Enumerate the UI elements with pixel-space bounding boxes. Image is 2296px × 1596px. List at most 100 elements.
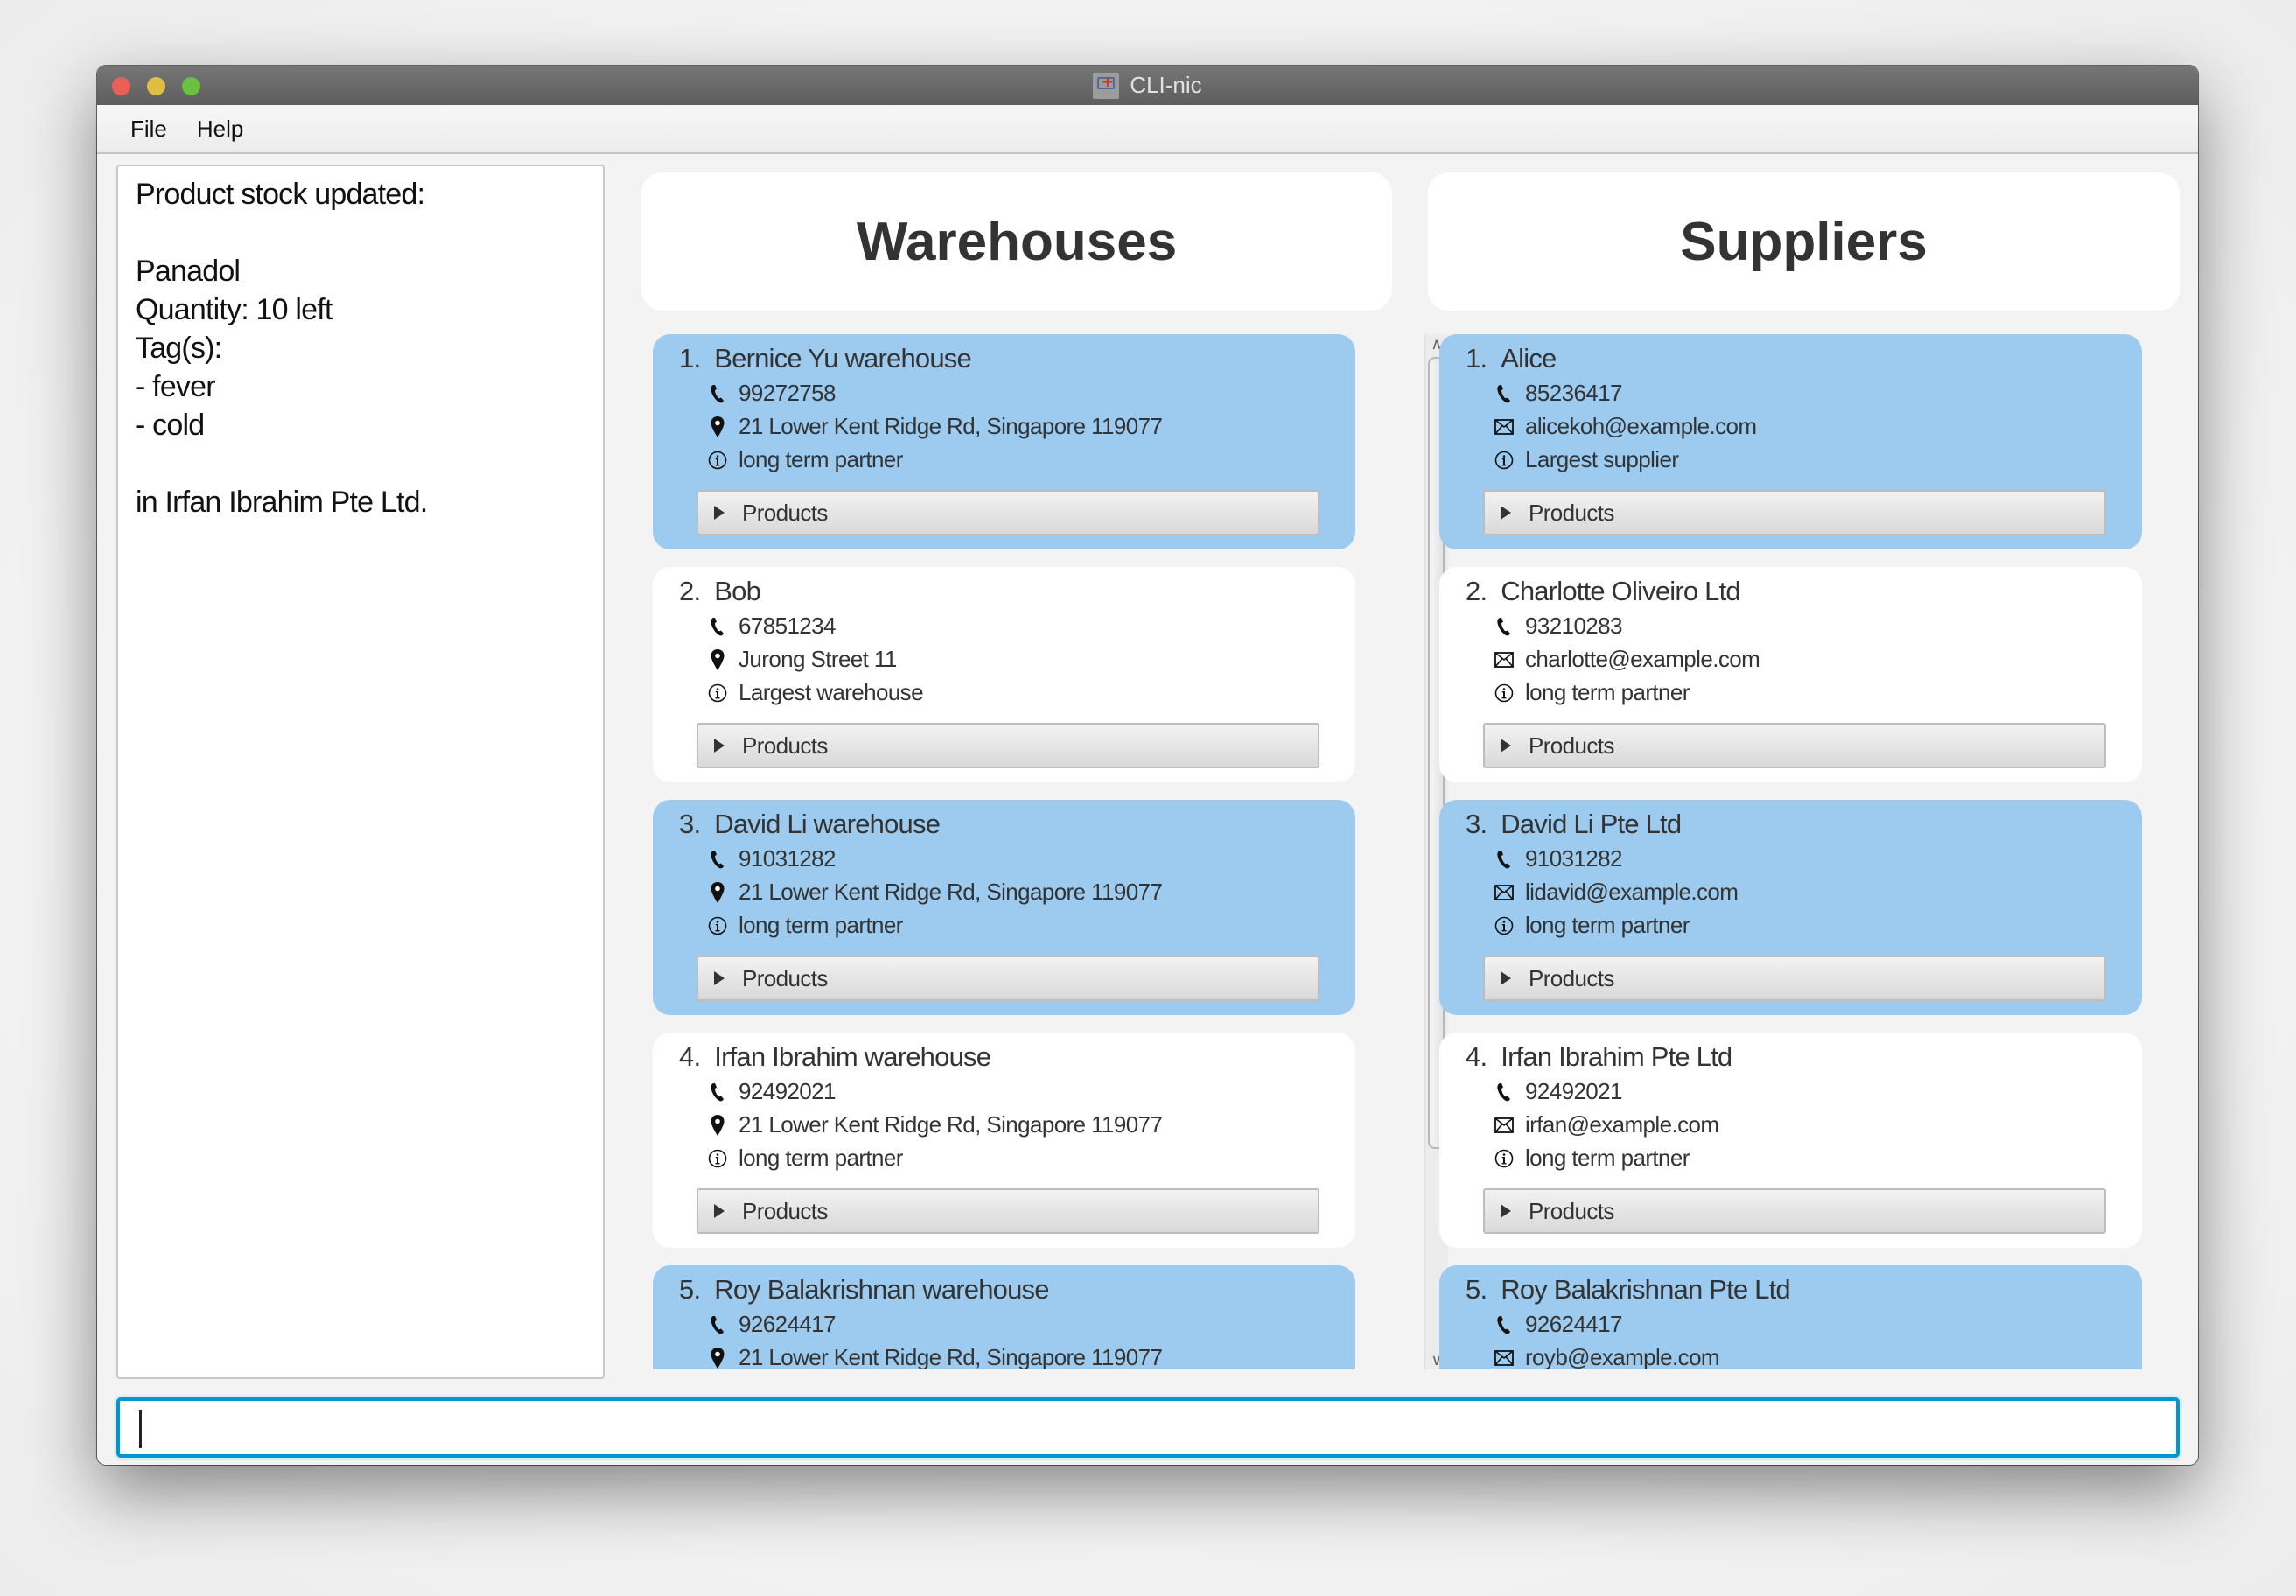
card-name: Bernice Yu warehouse — [714, 343, 971, 374]
card-title: 1. Alice — [1466, 343, 1557, 374]
products-expander[interactable]: Products — [696, 1188, 1320, 1234]
phone-value: 99272758 — [738, 380, 836, 406]
command-input[interactable] — [116, 1397, 2180, 1458]
window-title: CLI-nic — [1130, 72, 1202, 98]
phone-icon — [1494, 848, 1515, 871]
products-expander[interactable]: Products — [1483, 723, 2106, 768]
card-index: 1. — [679, 343, 701, 374]
address-field: 21 Lower Kent Ridge Rd, Singapore 119077 — [707, 878, 1163, 906]
products-label: Products — [1529, 499, 1614, 526]
phone-value: 92492021 — [1525, 1078, 1622, 1104]
warehouse-card[interactable]: 2. Bob 67851234 Jurong Street 11 Largest … — [653, 567, 1355, 782]
menu-file[interactable]: File — [130, 116, 167, 143]
menu-bar: File Help — [97, 105, 2198, 154]
email-icon — [1494, 416, 1515, 438]
card-name: Roy Balakrishnan Pte Ltd — [1501, 1274, 1790, 1305]
card-index: 4. — [679, 1041, 701, 1072]
card-index: 1. — [1466, 343, 1488, 374]
remark-field: long term partner — [1494, 679, 1690, 706]
menu-help[interactable]: Help — [197, 116, 243, 143]
supplier-card[interactable]: 1. Alice 85236417 alicekoh@example.com La… — [1439, 334, 2142, 550]
address-value: 21 Lower Kent Ridge Rd, Singapore 119077 — [738, 1344, 1163, 1369]
suppliers-header: Suppliers — [1428, 172, 2180, 311]
address-value: Jurong Street 11 — [738, 646, 897, 672]
email-field: lidavid@example.com — [1494, 878, 1739, 906]
warehouse-card[interactable]: 5. Roy Balakrishnan warehouse 92624417 21… — [653, 1265, 1355, 1369]
remark-value: long term partner — [1525, 679, 1690, 705]
phone-field: 92492021 — [1494, 1078, 1622, 1105]
phone-value: 91031282 — [738, 845, 836, 872]
remark-field: long term partner — [1494, 1144, 1690, 1172]
remark-field: long term partner — [707, 446, 903, 473]
expand-triangle-icon — [1501, 506, 1511, 520]
address-field: Jurong Street 11 — [707, 646, 897, 673]
warehouse-card[interactable]: 4. Irfan Ibrahim warehouse 92492021 21 Lo… — [653, 1032, 1355, 1248]
location-pin-icon — [707, 881, 728, 904]
address-field: 21 Lower Kent Ridge Rd, Singapore 119077 — [707, 1344, 1163, 1369]
products-label: Products — [742, 964, 828, 991]
card-index: 5. — [1466, 1274, 1488, 1305]
address-value: 21 Lower Kent Ridge Rd, Singapore 119077 — [738, 413, 1163, 439]
products-expander[interactable]: Products — [1483, 956, 2106, 1001]
supplier-card[interactable]: 4. Irfan Ibrahim Pte Ltd 92492021 irfan@e… — [1439, 1032, 2142, 1248]
address-field: 21 Lower Kent Ridge Rd, Singapore 119077 — [707, 413, 1163, 440]
card-title: 1. Bernice Yu warehouse — [679, 343, 972, 374]
card-name: Charlotte Oliveiro Ltd — [1501, 576, 1740, 606]
supplier-card[interactable]: 5. Roy Balakrishnan Pte Ltd 92624417 royb… — [1439, 1265, 2142, 1369]
email-value: charlotte@example.com — [1525, 646, 1760, 672]
expand-triangle-icon — [1501, 738, 1511, 752]
info-icon — [707, 1147, 728, 1170]
phone-icon — [1494, 382, 1515, 405]
remark-value: long term partner — [1525, 912, 1690, 938]
info-icon — [707, 682, 728, 704]
warehouse-card[interactable]: 1. Bernice Yu warehouse 99272758 21 Lower… — [653, 334, 1355, 550]
card-title: 2. Charlotte Oliveiro Ltd — [1466, 576, 1741, 607]
phone-icon — [707, 1313, 728, 1336]
phone-field: 93210283 — [1494, 612, 1622, 640]
location-pin-icon — [707, 648, 728, 671]
expand-triangle-icon — [714, 971, 724, 985]
products-label: Products — [1529, 964, 1614, 991]
card-title: 2. Bob — [679, 576, 761, 607]
warehouse-card[interactable]: 3. David Li warehouse 91031282 21 Lower K… — [653, 800, 1355, 1015]
info-icon — [1494, 1147, 1515, 1170]
products-expander[interactable]: Products — [1483, 1188, 2106, 1234]
remark-value: Largest supplier — [1525, 446, 1679, 472]
supplier-card[interactable]: 2. Charlotte Oliveiro Ltd 93210283 charlo… — [1439, 567, 2142, 782]
phone-field: 92624417 — [707, 1311, 836, 1338]
products-expander[interactable]: Products — [696, 956, 1320, 1001]
card-name: Bob — [714, 576, 761, 606]
email-icon — [1494, 1114, 1515, 1137]
email-field: charlotte@example.com — [1494, 646, 1760, 673]
products-label: Products — [742, 1197, 828, 1224]
card-name: David Li Pte Ltd — [1501, 808, 1682, 839]
products-label: Products — [1529, 1197, 1614, 1224]
email-value: alicekoh@example.com — [1525, 413, 1757, 439]
info-icon — [1494, 682, 1515, 704]
phone-value: 85236417 — [1525, 380, 1622, 406]
products-expander[interactable]: Products — [696, 723, 1320, 768]
result-display[interactable]: Product stock updated: Panadol Quantity:… — [116, 164, 605, 1379]
products-label: Products — [742, 732, 828, 759]
expand-triangle-icon — [1501, 1204, 1511, 1218]
suppliers-title: Suppliers — [1680, 211, 1928, 272]
phone-value: 92624417 — [738, 1311, 836, 1337]
products-expander[interactable]: Products — [1483, 490, 2106, 536]
phone-icon — [707, 1081, 728, 1103]
remark-value: Largest warehouse — [738, 679, 924, 705]
location-pin-icon — [707, 1347, 728, 1369]
email-field: alicekoh@example.com — [1494, 413, 1757, 440]
card-title: 4. Irfan Ibrahim warehouse — [679, 1041, 991, 1073]
address-value: 21 Lower Kent Ridge Rd, Singapore 119077 — [738, 878, 1163, 905]
warehouse-list[interactable]: 1. Bernice Yu warehouse 99272758 21 Lower… — [641, 334, 1448, 1369]
phone-icon — [1494, 1081, 1515, 1103]
card-index: 4. — [1466, 1041, 1488, 1072]
phone-value: 67851234 — [738, 612, 836, 639]
products-label: Products — [1529, 732, 1614, 759]
products-expander[interactable]: Products — [696, 490, 1320, 536]
title-bar[interactable]: CLI-nic — [97, 66, 2198, 106]
card-title: 4. Irfan Ibrahim Pte Ltd — [1466, 1041, 1732, 1073]
location-pin-icon — [707, 416, 728, 438]
supplier-list[interactable]: 1. Alice 85236417 alicekoh@example.com La… — [1428, 334, 2198, 1369]
supplier-card[interactable]: 3. David Li Pte Ltd 91031282 lidavid@exam… — [1439, 800, 2142, 1015]
